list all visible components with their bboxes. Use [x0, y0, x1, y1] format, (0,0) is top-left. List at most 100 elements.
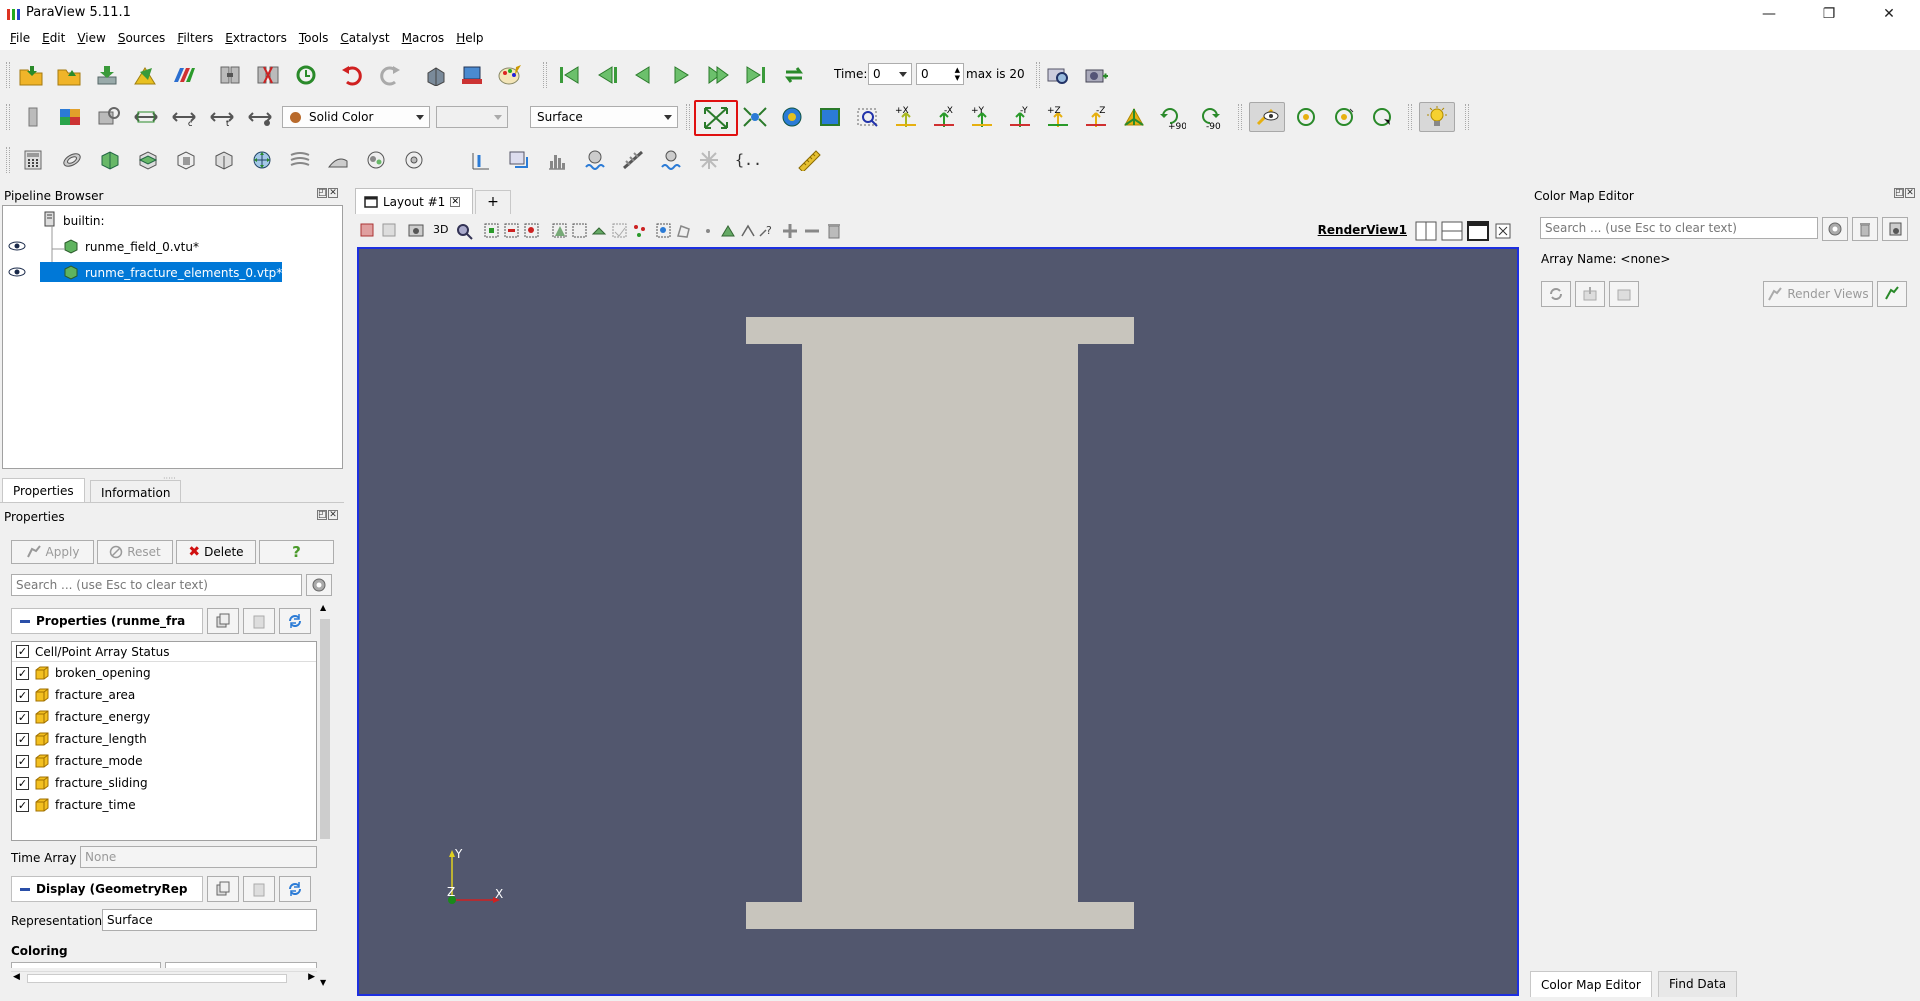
close-tab-icon[interactable]: ✕ — [450, 196, 461, 207]
slice-button[interactable] — [133, 145, 163, 175]
paste-properties-button[interactable] — [243, 608, 275, 634]
select-points-on-icon[interactable] — [381, 222, 399, 240]
float-icon[interactable]: ◰ — [317, 510, 327, 520]
scroll-right-icon[interactable]: ▶ — [308, 972, 315, 982]
python-filter-button[interactable] — [694, 145, 724, 175]
tab-color-map-editor[interactable]: Color Map Editor — [1530, 971, 1652, 997]
add-layout-tab-button[interactable]: + — [475, 190, 511, 214]
interactive-select-cells-icon[interactable] — [591, 222, 609, 240]
representation-field[interactable]: Surface — [102, 909, 317, 931]
toolbar-grip[interactable] — [686, 104, 690, 130]
rescale-custom-range-button[interactable] — [131, 102, 161, 132]
scroll-left-icon[interactable]: ◀ — [13, 972, 20, 982]
python-shell-button[interactable] — [421, 60, 451, 90]
close-panel-icon[interactable]: ✕ — [328, 510, 338, 520]
copy-display-button[interactable] — [207, 876, 239, 902]
pipeline-item-field[interactable]: runme_field_0.vtu* — [85, 240, 199, 254]
help-selection-icon[interactable]: ? — [757, 222, 775, 240]
colormap-delete-button[interactable] — [1852, 217, 1878, 241]
colormap-export-button[interactable] — [1609, 281, 1639, 307]
select-block-icon[interactable] — [571, 222, 589, 240]
close-panel-icon[interactable]: ✕ — [1905, 188, 1915, 198]
tab-properties[interactable]: Properties — [2, 478, 85, 502]
toolbar-grip[interactable] — [543, 62, 547, 88]
threshold-button[interactable] — [171, 145, 201, 175]
extract-subset-button[interactable] — [209, 145, 239, 175]
array-row[interactable]: ✓ broken_opening — [16, 664, 151, 682]
select-cells-on-icon[interactable] — [359, 222, 377, 240]
array-checkbox[interactable]: ✓ — [16, 688, 29, 702]
plot-over-time-button[interactable] — [618, 145, 648, 175]
time-array-combo[interactable]: None — [80, 846, 317, 868]
extract-level-button[interactable] — [399, 145, 429, 175]
coloring-combo-partial[interactable] — [11, 962, 161, 968]
first-frame-button[interactable] — [554, 60, 584, 90]
clear-selection-icon[interactable] — [825, 222, 843, 240]
vertical-scrollbar[interactable]: ▲ ▼ — [318, 603, 332, 987]
view-minus-z-button[interactable]: -Z — [1081, 102, 1111, 132]
screenshot-button[interactable] — [457, 60, 487, 90]
array-row[interactable]: ✓ fracture_mode — [16, 752, 143, 770]
array-row[interactable]: ✓ fracture_sliding — [16, 774, 148, 792]
select-all-checkbox[interactable]: ✓ — [16, 645, 29, 658]
select-points-icon[interactable] — [503, 222, 521, 240]
colormap-advanced-button[interactable] — [1822, 217, 1848, 241]
array-row[interactable]: ✓ fracture_time — [16, 796, 136, 814]
representation-combo[interactable]: Surface — [530, 106, 678, 128]
reset-button[interactable]: Reset — [97, 540, 173, 564]
rescale-range-custom-button[interactable]: c — [169, 102, 199, 132]
ruler-button[interactable] — [794, 145, 824, 175]
toggle-3d-button[interactable]: 3D — [433, 223, 448, 236]
auto-render-toggle[interactable] — [1877, 281, 1907, 307]
view-minus-y-button[interactable]: -Y — [1005, 102, 1035, 132]
save-data-button[interactable] — [92, 60, 122, 90]
pipeline-tree[interactable]: builtin: runme_field_0.vtu* runme_fractu… — [2, 205, 343, 469]
apply-button[interactable]: Apply — [11, 540, 94, 564]
toolbar-grip[interactable] — [6, 104, 10, 130]
plot-data-over-time-button[interactable] — [656, 145, 686, 175]
contour-button[interactable] — [57, 145, 87, 175]
view-plus-z-button[interactable]: +Z — [1043, 102, 1073, 132]
colormap-import-button[interactable] — [1575, 281, 1605, 307]
menu-help[interactable]: Help — [450, 28, 489, 50]
undo-button[interactable] — [337, 60, 367, 90]
view-minus-x-button[interactable]: -X — [929, 102, 959, 132]
view-name-label[interactable]: RenderView1 — [1318, 223, 1407, 237]
time-combo[interactable]: 0 — [868, 63, 912, 85]
last-frame-button[interactable] — [741, 60, 771, 90]
select-cells-icon[interactable] — [483, 222, 501, 240]
array-checkbox[interactable]: ✓ — [16, 798, 29, 812]
eye-visible-icon[interactable] — [8, 266, 26, 278]
menu-extractors[interactable]: Extractors — [219, 28, 293, 50]
edit-color-map-button[interactable] — [55, 102, 85, 132]
properties-search-input[interactable]: Search ... (use Esc to clear text) — [11, 574, 302, 596]
scrollbar-thumb[interactable] — [27, 974, 287, 983]
zoom-area-button[interactable] — [853, 102, 883, 132]
capture-icon[interactable] — [407, 222, 425, 240]
array-checkbox[interactable]: ✓ — [16, 710, 29, 724]
view-plus-y-button[interactable]: +Y — [967, 102, 997, 132]
close-view-icon[interactable] — [1493, 221, 1513, 241]
zoom-to-box-icon[interactable] — [455, 222, 473, 240]
menu-view[interactable]: View — [71, 28, 111, 50]
display-section-header[interactable]: Display (GeometryRep — [11, 876, 203, 902]
colormap-refresh-button[interactable] — [1541, 281, 1571, 307]
interaction-mode-button[interactable] — [1367, 102, 1397, 132]
edit-selection-icon[interactable] — [739, 222, 757, 240]
eye-visible-icon[interactable] — [8, 240, 26, 252]
interactive-select-points-icon[interactable] — [611, 222, 629, 240]
split-horizontal-icon[interactable] — [1415, 221, 1437, 241]
left-splitter[interactable] — [346, 185, 352, 1001]
select-frustum-points-icon[interactable] — [551, 222, 569, 240]
minimize-button[interactable]: — — [1746, 0, 1792, 28]
zoom-closest-button[interactable] — [777, 102, 807, 132]
maximize-view-icon[interactable] — [1467, 221, 1489, 241]
float-icon[interactable]: ◰ — [1894, 188, 1904, 198]
toolbar-grip[interactable] — [6, 62, 10, 88]
stream-tracer-button[interactable] — [285, 145, 315, 175]
view-plus-x-button[interactable]: +X — [891, 102, 921, 132]
advanced-properties-button[interactable] — [306, 574, 332, 596]
glyph-button[interactable] — [247, 145, 277, 175]
menu-file[interactable]: File — [4, 28, 36, 50]
paste-display-button[interactable] — [243, 876, 275, 902]
